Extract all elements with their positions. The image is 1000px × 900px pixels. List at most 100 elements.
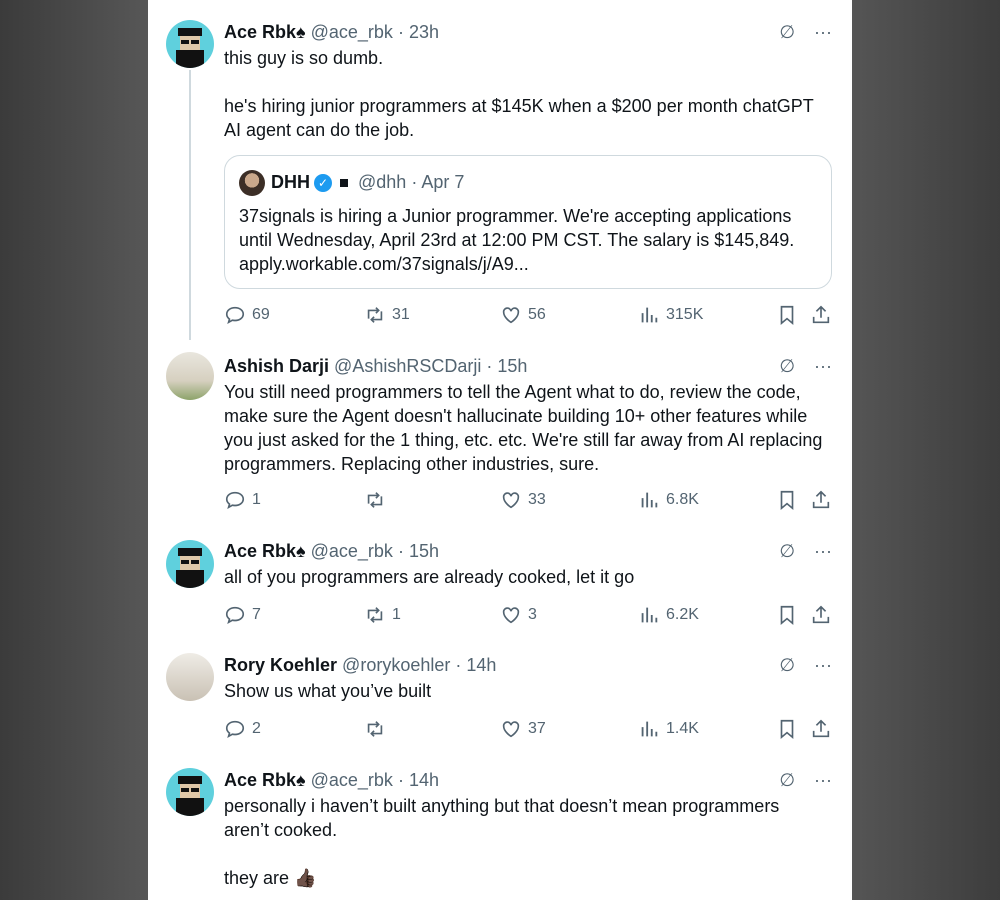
- quote-tweet[interactable]: DHH ✓ @dhh · Apr 7 37signals is hiring a J…: [224, 155, 832, 289]
- tweet-text: personally i haven’t built anything but …: [224, 796, 780, 888]
- views-button[interactable]: 315K: [638, 303, 703, 327]
- views-count: 6.2K: [666, 606, 699, 623]
- views-button[interactable]: 6.2K: [638, 603, 699, 627]
- views-button[interactable]: 6.8K: [638, 488, 699, 512]
- timestamp[interactable]: 14h: [466, 655, 496, 675]
- tweet-4[interactable]: Rory Koehler @rorykoehler · 14h ∅ ··· Sh…: [148, 645, 852, 760]
- timestamp[interactable]: 14h: [409, 770, 439, 790]
- repost-button[interactable]: 31: [364, 303, 410, 327]
- reply-button[interactable]: 69: [224, 303, 270, 327]
- reply-count: 7: [252, 606, 261, 623]
- like-count: 3: [528, 606, 537, 623]
- repost-count: 1: [392, 606, 401, 623]
- timestamp[interactable]: 15h: [409, 541, 439, 561]
- tweet-header: Ashish Darji @AshishRSCDarji · 15h ∅ ···: [224, 356, 832, 376]
- reply-icon: [225, 720, 245, 739]
- like-button[interactable]: 56: [500, 303, 546, 327]
- repost-icon: [367, 721, 383, 737]
- timestamp[interactable]: 15h: [497, 356, 527, 376]
- like-count: 33: [528, 491, 546, 508]
- share-button[interactable]: [810, 488, 832, 512]
- repost-button[interactable]: [364, 717, 392, 741]
- quote-text: 37signals is hiring a Junior programmer.…: [239, 206, 800, 274]
- share-button[interactable]: [810, 303, 832, 327]
- reply-icon: [225, 606, 245, 625]
- like-button[interactable]: 37: [500, 717, 546, 741]
- grok-icon[interactable]: ∅: [779, 770, 795, 790]
- avatar[interactable]: [166, 20, 214, 68]
- like-button[interactable]: 3: [500, 603, 537, 627]
- share-button[interactable]: [810, 717, 832, 741]
- tweet-text: all of you programmers are already cooke…: [224, 567, 635, 587]
- more-icon[interactable]: ···: [814, 770, 832, 790]
- reply-count: 69: [252, 306, 270, 323]
- background-right: [852, 0, 1000, 900]
- more-icon[interactable]: ···: [814, 655, 832, 675]
- heart-icon: [502, 492, 520, 509]
- grok-icon[interactable]: ∅: [779, 655, 795, 675]
- views-button[interactable]: 1.4K: [638, 717, 699, 741]
- author-handle[interactable]: @rorykoehler: [342, 655, 450, 675]
- reply-button[interactable]: 1: [224, 488, 261, 512]
- repost-button[interactable]: 1: [364, 603, 401, 627]
- bookmark-button[interactable]: [776, 303, 798, 327]
- avatar[interactable]: [166, 540, 214, 588]
- views-count: 6.8K: [666, 491, 699, 508]
- verified-badge-icon: ✓: [314, 174, 332, 193]
- author-name[interactable]: Ace Rbk♠: [224, 22, 306, 42]
- reply-button[interactable]: 2: [224, 717, 261, 741]
- share-icon: [812, 605, 830, 624]
- reply-icon: [225, 306, 245, 325]
- avatar[interactable]: [166, 653, 214, 701]
- action-bar: 1 33 6.8K: [224, 488, 832, 512]
- bookmark-button[interactable]: [776, 717, 798, 741]
- grok-icon[interactable]: ∅: [779, 356, 795, 376]
- author-handle[interactable]: @ace_rbk: [311, 770, 393, 790]
- tweet-header: Ace Rbk♠ @ace_rbk · 14h ∅ ···: [224, 770, 832, 790]
- like-button[interactable]: 33: [500, 488, 546, 512]
- views-icon: [641, 492, 658, 508]
- bookmark-icon: [780, 719, 794, 740]
- share-button[interactable]: [810, 603, 832, 627]
- more-icon[interactable]: ···: [814, 356, 832, 376]
- author-handle[interactable]: @AshishRSCDarji: [334, 356, 481, 376]
- heart-icon: [502, 607, 520, 624]
- like-count: 56: [528, 306, 546, 323]
- action-bar: 2 37 1.4K: [224, 717, 832, 741]
- tweet-5[interactable]: Ace Rbk♠ @ace_rbk · 14h ∅ ··· personally…: [148, 760, 852, 900]
- avatar[interactable]: [166, 768, 214, 816]
- repost-icon: [367, 307, 383, 323]
- background-left: [0, 0, 148, 900]
- tweet-text: this guy is so dumb. he's hiring junior …: [224, 48, 814, 140]
- tweet-3[interactable]: Ace Rbk♠ @ace_rbk · 15h ∅ ··· all of you…: [148, 530, 852, 645]
- author-handle[interactable]: @ace_rbk: [311, 541, 393, 561]
- affiliate-badge-icon: [336, 175, 352, 192]
- action-bar: 7 1 3 6.2K: [224, 603, 832, 627]
- views-count: 315K: [666, 306, 704, 323]
- grok-icon[interactable]: ∅: [779, 541, 795, 561]
- quote-timestamp: Apr 7: [421, 172, 465, 192]
- more-icon[interactable]: ···: [814, 541, 832, 561]
- bookmark-icon: [780, 490, 794, 511]
- author-name[interactable]: Ashish Darji: [224, 356, 329, 376]
- repost-button[interactable]: [364, 488, 392, 512]
- bookmark-button[interactable]: [776, 603, 798, 627]
- bookmark-button[interactable]: [776, 488, 798, 512]
- tweet-1[interactable]: Ace Rbk♠ @ace_rbk · 23h ∅ ··· this guy i…: [148, 0, 852, 340]
- grok-icon[interactable]: ∅: [779, 22, 795, 42]
- author-name[interactable]: Ace Rbk♠: [224, 770, 306, 790]
- more-icon[interactable]: ···: [814, 22, 832, 42]
- tweet-2[interactable]: Ashish Darji @AshishRSCDarji · 15h ∅ ···…: [148, 340, 852, 530]
- avatar[interactable]: [166, 352, 214, 400]
- reply-button[interactable]: 7: [224, 603, 261, 627]
- author-name[interactable]: Ace Rbk♠: [224, 541, 306, 561]
- views-count: 1.4K: [666, 720, 699, 737]
- author-name[interactable]: Rory Koehler: [224, 655, 337, 675]
- author-handle[interactable]: @ace_rbk: [311, 22, 393, 42]
- repost-icon: [367, 607, 383, 623]
- timestamp[interactable]: 23h: [409, 22, 439, 42]
- share-icon: [812, 719, 830, 738]
- views-icon: [641, 607, 658, 623]
- reply-count: 1: [252, 491, 261, 508]
- like-count: 37: [528, 720, 546, 737]
